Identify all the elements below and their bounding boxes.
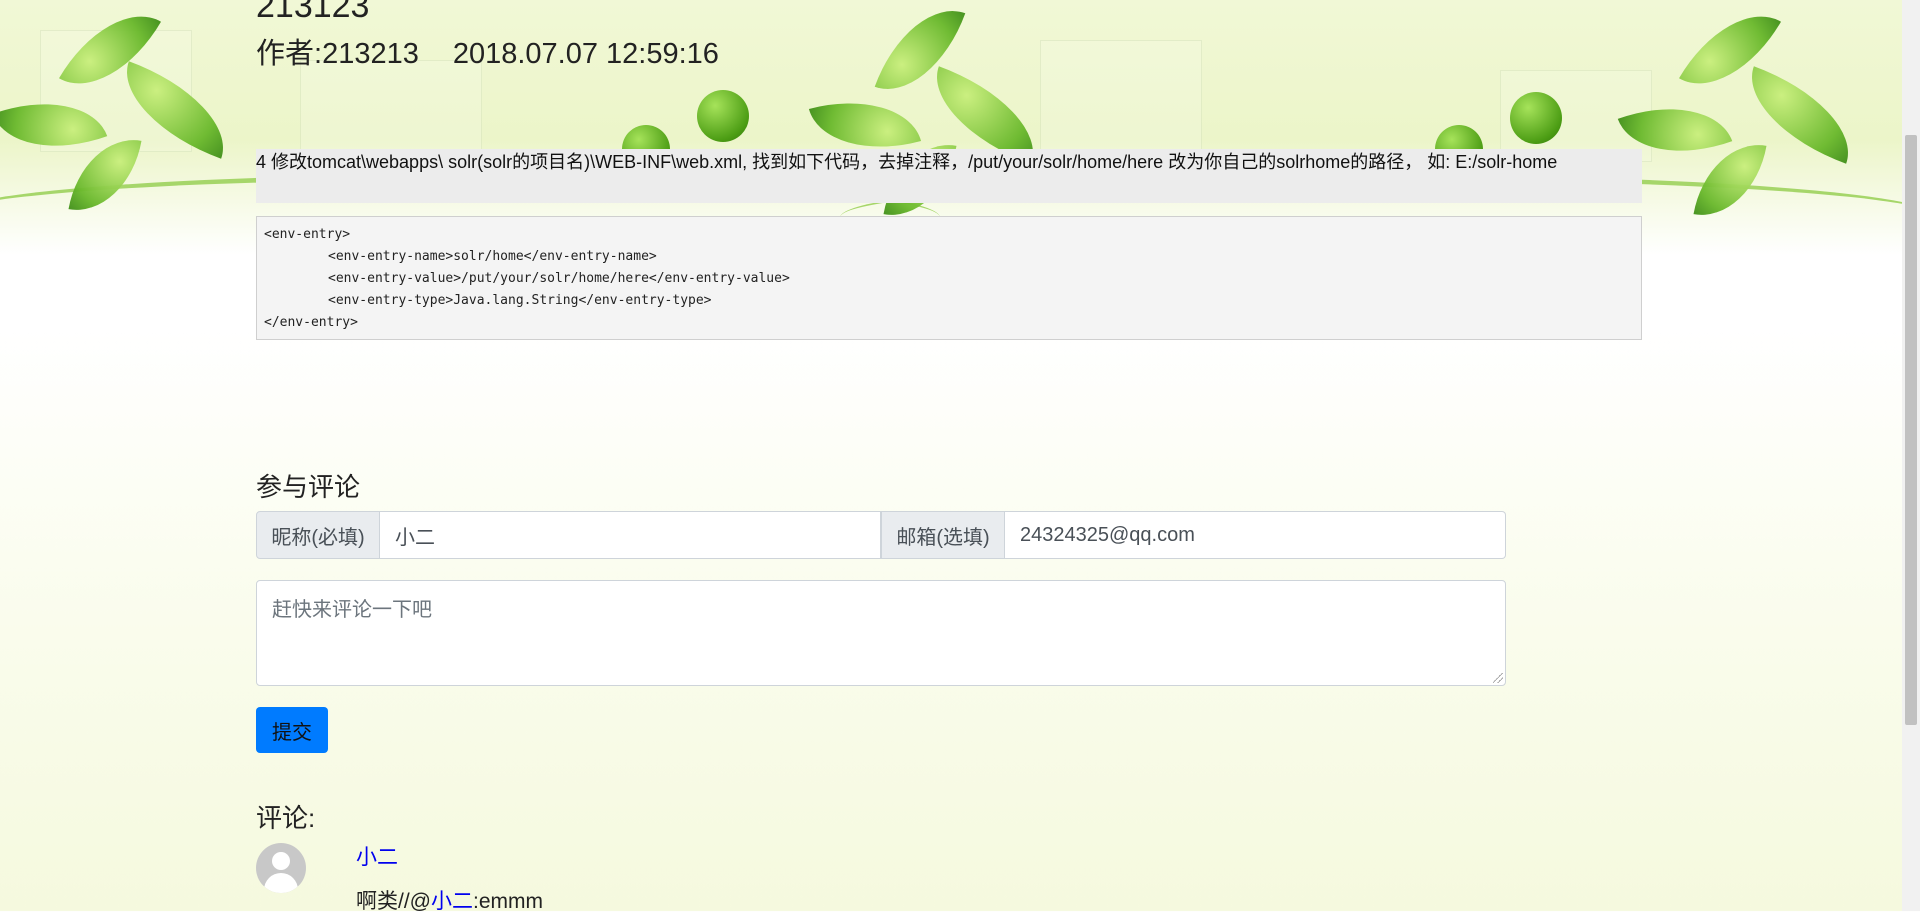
avatar-body	[264, 873, 298, 893]
post-meta: 作者:213213 2018.07.07 12:59:16	[256, 34, 719, 74]
nickname-label: 昵称(必填)	[256, 511, 380, 559]
comment-identity-row: 昵称(必填) 小二 邮箱(选填) 24324325@qq.com	[256, 511, 1506, 559]
article-step-text: 4 修改tomcat\webapps\ solr(solr的项目名)\WEB-I…	[256, 149, 1642, 203]
banner-pattern	[1040, 40, 1202, 152]
submit-button[interactable]: 提交	[256, 707, 328, 753]
resize-handle-icon[interactable]	[1493, 673, 1503, 683]
ball-decoration	[697, 90, 749, 142]
avatar-icon	[256, 843, 306, 893]
nickname-group: 昵称(必填) 小二	[256, 511, 881, 559]
email-label: 邮箱(选填)	[881, 511, 1005, 559]
scrollbar-thumb[interactable]	[1905, 135, 1917, 725]
email-group: 邮箱(选填) 24324325@qq.com	[881, 511, 1506, 559]
comment-mention-link[interactable]: 小二	[431, 890, 473, 913]
post-title: 213123	[256, 0, 370, 25]
comment-author-link[interactable]: 小二	[356, 843, 398, 873]
comments-heading: 评论:	[256, 803, 316, 833]
comment-textarea[interactable]: 赶快来评论一下吧	[256, 580, 1506, 686]
comment-text-suffix: :emmm	[473, 890, 543, 913]
author-label: 作者:	[256, 38, 323, 70]
code-block: <env-entry> <env-entry-name>solr/home</en…	[256, 216, 1642, 340]
code-line: <env-entry>	[264, 227, 351, 242]
banner-pattern	[300, 60, 482, 162]
nickname-input[interactable]: 小二	[380, 511, 881, 559]
comment-form-heading: 参与评论	[256, 472, 361, 502]
comment-text: 啊类//@小二:emmm	[356, 888, 543, 916]
comment-placeholder: 赶快来评论一下吧	[272, 599, 432, 621]
post-date: 2018.07.07 12:59:16	[452, 38, 719, 70]
page-scrollbar[interactable]	[1902, 0, 1920, 911]
author-name: 213213	[322, 38, 419, 70]
comment-text-prefix: 啊类//@	[356, 890, 431, 913]
ball-decoration	[1510, 92, 1562, 144]
code-line: <env-entry-value>/put/your/solr/home/her…	[328, 271, 790, 286]
code-line: </env-entry>	[264, 315, 358, 330]
code-line: <env-entry-type>Java.lang.String</env-en…	[328, 293, 712, 308]
avatar-head	[272, 852, 290, 870]
email-input[interactable]: 24324325@qq.com	[1005, 511, 1506, 559]
code-line: <env-entry-name>solr/home</env-entry-nam…	[328, 249, 657, 264]
